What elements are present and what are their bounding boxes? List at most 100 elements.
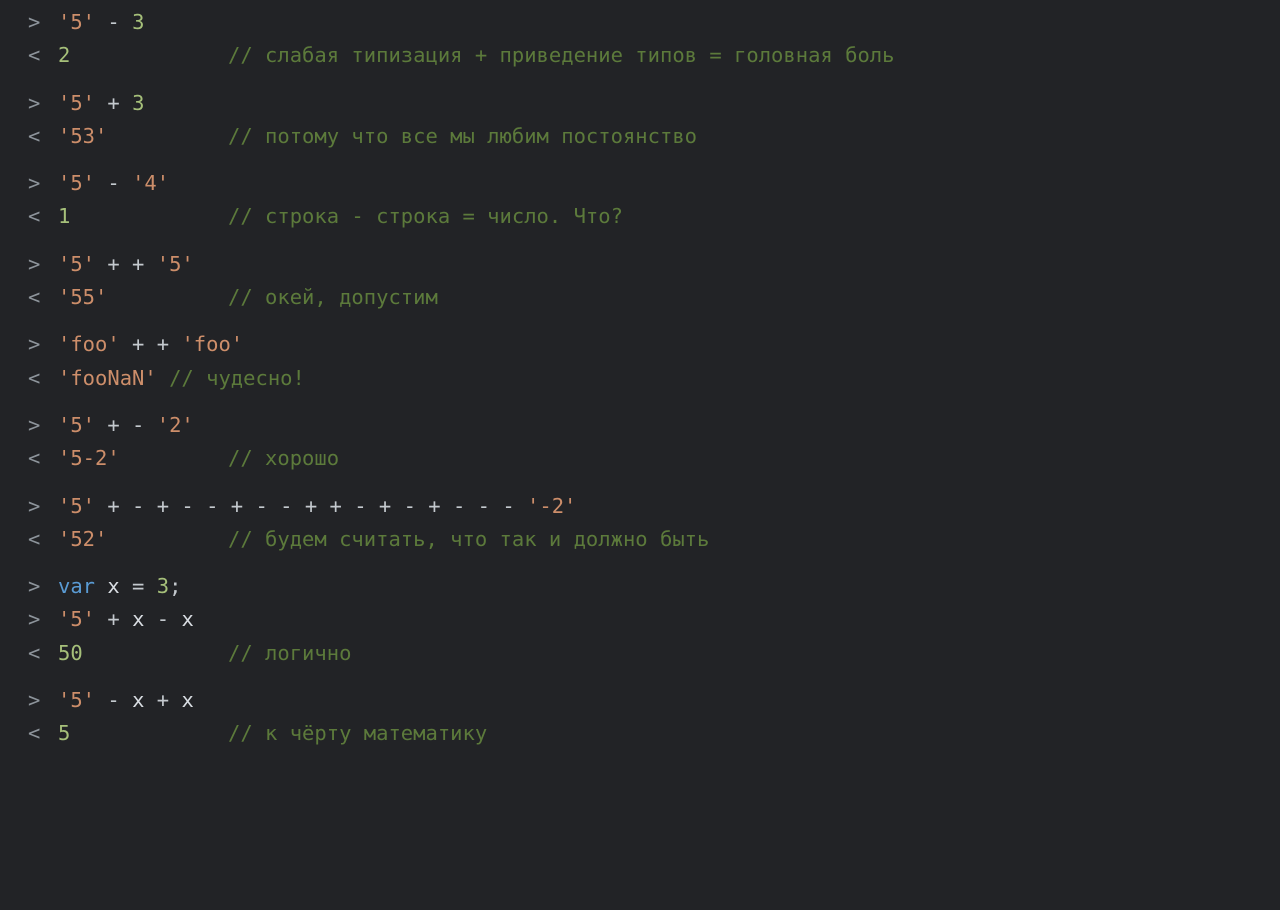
token-str: '5' [58, 10, 95, 34]
input-line: >'5' + - + - - + - - + + - + - + - - - '… [0, 496, 1280, 529]
comment: // будем считать, что так и должно быть [228, 529, 709, 550]
input-line: >'foo' + + 'foo' [0, 334, 1280, 367]
input-prompt-icon: > [0, 415, 58, 436]
input-line: >'5' - '4' [0, 173, 1280, 206]
repl-group: >'5' + + '5'<'55' // окей, допустим [0, 254, 1280, 321]
output-prompt-icon: < [0, 448, 58, 469]
token-str: '4' [132, 171, 169, 195]
comment: // к чёрту математику [228, 723, 487, 744]
output-line: <'fooNaN' // чудесно! [0, 368, 1280, 401]
token-str: '5' [58, 607, 95, 631]
repl-group: >'5' + - + - - + - - + + - + - + - - - '… [0, 496, 1280, 563]
comment: // хорошо [228, 448, 339, 469]
comment: // слабая типизация + приведение типов =… [228, 45, 894, 66]
output-line: <'53' // потому что все мы любим постоянс… [0, 126, 1280, 159]
token-num: 3 [132, 10, 144, 34]
token-num: 2 [58, 43, 70, 67]
token-num: 3 [132, 91, 144, 115]
comment: // логично [228, 643, 351, 664]
token-num: 1 [58, 204, 70, 228]
repl-group: >'foo' + + 'foo'<'fooNaN' // чудесно! [0, 334, 1280, 401]
token-num: 3 [157, 574, 169, 598]
code: '5' + x - x [58, 609, 194, 630]
token-op: - [95, 688, 132, 712]
token-op: - [95, 10, 132, 34]
console-log: >'5' - 3<2// слабая типизация + приведен… [0, 0, 1280, 757]
input-line: >'5' + 3 [0, 93, 1280, 126]
input-prompt-icon: > [0, 173, 58, 194]
token-str: '5' [58, 171, 95, 195]
output-line: <'55' // окей, допустим [0, 287, 1280, 320]
token-str: '55' [58, 285, 107, 309]
code: 2 [58, 45, 228, 66]
output-line: <1 // строка - строка = число. Что? [0, 206, 1280, 239]
code: '5' + 3 [58, 93, 144, 114]
input-line: >'5' - 3 [0, 12, 1280, 45]
input-prompt-icon: > [0, 334, 58, 355]
token-op: + - + - - + - - + + - + - + - - - [95, 494, 527, 518]
input-prompt-icon: > [0, 254, 58, 275]
token-var: x [181, 688, 193, 712]
output-line: <50// логично [0, 643, 1280, 676]
token-num: 50 [58, 641, 83, 665]
token-num: 5 [58, 721, 70, 745]
token-op: + + [120, 332, 182, 356]
token-op: + [95, 607, 132, 631]
token-op: ; [169, 574, 181, 598]
output-prompt-icon: < [0, 126, 58, 147]
code: 5 [58, 723, 228, 744]
token-op: - [144, 607, 181, 631]
token-str: '5' [157, 252, 194, 276]
output-prompt-icon: < [0, 206, 58, 227]
token-var: x [181, 607, 193, 631]
code: '5-2' [58, 448, 228, 469]
output-line: <2// слабая типизация + приведение типов… [0, 45, 1280, 78]
token-op [95, 574, 107, 598]
code: 'fooNaN' [58, 368, 157, 389]
token-kw: var [58, 574, 95, 598]
token-str: '53' [58, 124, 107, 148]
input-prompt-icon: > [0, 609, 58, 630]
input-line: >'5' + x - x [0, 609, 1280, 642]
comment: // потому что все мы любим постоянство [228, 126, 697, 147]
repl-group: >'5' - x + x<5// к чёрту математику [0, 690, 1280, 757]
input-line: >'5' + - '2' [0, 415, 1280, 448]
repl-group: >'5' - '4'<1// строка - строка = число. … [0, 173, 1280, 240]
code: '5' - '4' [58, 173, 169, 194]
token-op: + [144, 688, 181, 712]
code: var x = 3; [58, 576, 181, 597]
token-op: + [95, 91, 132, 115]
output-prompt-icon: < [0, 723, 58, 744]
comment: // окей, допустим [228, 287, 438, 308]
code: 1 [58, 206, 228, 227]
output-prompt-icon: < [0, 368, 58, 389]
input-line: >var x = 3; [0, 576, 1280, 609]
token-op: - [95, 171, 132, 195]
token-op: = [120, 574, 157, 598]
code: '52' [58, 529, 228, 550]
input-prompt-icon: > [0, 12, 58, 33]
input-line: >'5' + + '5' [0, 254, 1280, 287]
code: '5' + - + - - + - - + + - + - + - - - '-… [58, 496, 576, 517]
token-str: '5' [58, 494, 95, 518]
code: '55' [58, 287, 228, 308]
token-str: '-2' [527, 494, 576, 518]
token-str: 'foo' [181, 332, 243, 356]
token-str: '2' [157, 413, 194, 437]
token-str: 'foo' [58, 332, 120, 356]
repl-group: >'5' + 3<'53' // потому что все мы любим … [0, 93, 1280, 160]
token-op: + + [95, 252, 157, 276]
code: '5' + + '5' [58, 254, 194, 275]
token-str: 'fooNaN' [58, 366, 157, 390]
output-line: <5 // к чёрту математику [0, 723, 1280, 756]
output-prompt-icon: < [0, 287, 58, 308]
code: '5' - 3 [58, 12, 144, 33]
comment: // строка - строка = число. Что? [228, 206, 623, 227]
output-prompt-icon: < [0, 529, 58, 550]
code: '5' - x + x [58, 690, 194, 711]
token-var: x [107, 574, 119, 598]
code: '5' + - '2' [58, 415, 194, 436]
token-str: '5' [58, 688, 95, 712]
input-prompt-icon: > [0, 496, 58, 517]
repl-group: >var x = 3;>'5' + x - x<50// логично [0, 576, 1280, 676]
